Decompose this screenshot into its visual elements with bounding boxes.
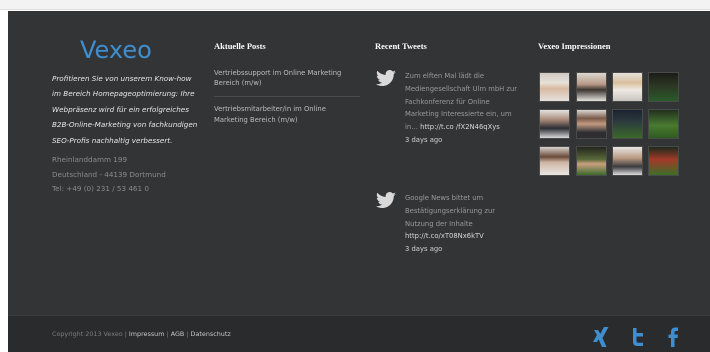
gallery-photo[interactable] [648, 109, 679, 139]
gallery-photo[interactable] [648, 72, 679, 102]
copyright-line: Copyright 2013 Vexeo | Impressum | AGB |… [52, 330, 231, 338]
tweet-time[interactable]: 3 days ago [405, 136, 442, 144]
posts-list: Vertriebssupport im Online Marketing Ber… [214, 68, 360, 133]
impressum-link[interactable]: Impressum [129, 330, 165, 338]
post-link[interactable]: Vertriebssupport im Online Marketing Ber… [214, 68, 360, 96]
gallery-photo[interactable] [576, 146, 607, 176]
tweet-link[interactable]: http://t.co /fX2N46qXys [420, 123, 500, 131]
address-phone: Tel: +49 (0) 231 / 53 461 0 [52, 184, 149, 193]
address-city: Deutschland - 44139 Dortmund [52, 169, 166, 179]
impressions-heading: Vexeo Impressionen [538, 41, 611, 51]
tweets-heading: Recent Tweets [375, 41, 427, 51]
gallery-photo[interactable] [612, 109, 643, 139]
address-street: Rheinlanddamm 199 [52, 155, 128, 164]
link-separator: | [166, 330, 169, 338]
tweet-link[interactable]: http://t.co/xT08Nx6kTV [405, 232, 484, 240]
agb-link[interactable]: AGB [171, 330, 185, 338]
gallery-photo[interactable] [648, 146, 679, 176]
twitter-bird-icon [376, 192, 396, 209]
tweet-time[interactable]: 3 days ago [405, 245, 442, 253]
twitter-bird-icon [376, 70, 396, 87]
tweet-text-block: Zum elften Mal lädt die Mediengesellscha… [405, 70, 523, 147]
datenschutz-link[interactable]: Datenschutz [191, 330, 231, 338]
tweet-body: Google News bittet um Bestätigungserklär… [405, 194, 496, 228]
post-link[interactable]: Vertriebsmitarbeiter/in im Online Market… [214, 96, 360, 132]
facebook-icon[interactable] [664, 326, 682, 348]
gallery-photo[interactable] [576, 109, 607, 139]
link-separator: | [186, 330, 189, 338]
top-strip [0, 0, 710, 10]
posts-heading: Aktuelle Posts [214, 41, 266, 51]
copyright-text: Copyright 2013 Vexeo | [52, 330, 127, 338]
gallery-photo[interactable] [612, 146, 643, 176]
gallery-photo[interactable] [539, 72, 570, 102]
twitter-icon[interactable] [629, 326, 647, 348]
gallery-photo[interactable] [539, 146, 570, 176]
tweet-text-block: Google News bittet um Bestätigungserklär… [405, 192, 523, 256]
xing-icon[interactable] [592, 326, 610, 348]
company-address: Rheinlanddamm 199 Deutschland - 44139 Do… [52, 153, 202, 197]
company-tagline: Profitieren Sie von unserem Know-how im … [52, 74, 198, 145]
gallery-photo[interactable] [576, 72, 607, 102]
vexeo-logo[interactable]: Vexeo [80, 36, 152, 64]
gallery-photo[interactable] [612, 72, 643, 102]
gallery-photo[interactable] [539, 109, 570, 139]
